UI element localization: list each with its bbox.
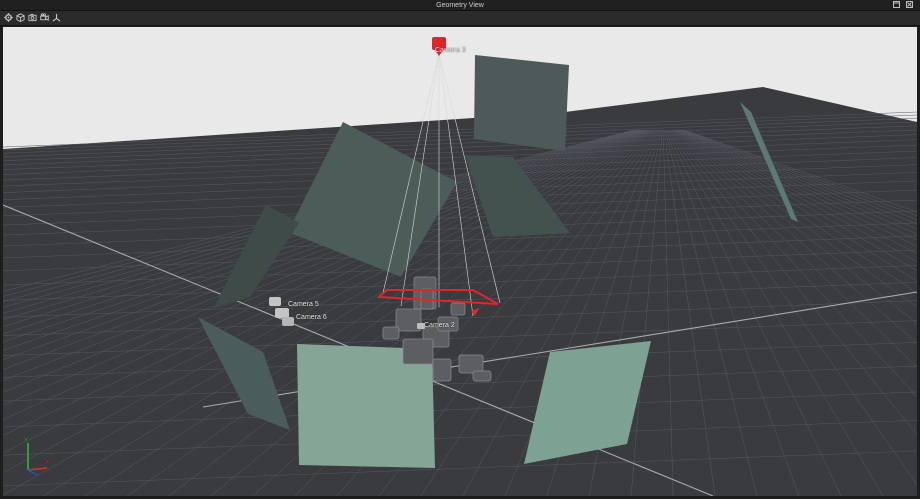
- close-button[interactable]: [905, 1, 914, 10]
- window-title: Geometry View: [436, 2, 484, 9]
- gear-icon: [3, 9, 13, 27]
- cube-icon: [15, 9, 25, 27]
- window-controls: [892, 1, 914, 10]
- maximize-button[interactable]: [892, 1, 901, 10]
- toolbar-tools: [3, 13, 61, 23]
- camera-icon: [27, 9, 37, 27]
- robot-part: [382, 326, 400, 340]
- screenshot-button[interactable]: [27, 13, 37, 23]
- camera-6-icon-body: [282, 317, 294, 326]
- robot-part: [402, 338, 434, 365]
- camera-6-icon[interactable]: [275, 308, 289, 318]
- window-titlebar: Geometry View: [0, 0, 920, 11]
- axis-x-label: X: [45, 460, 50, 466]
- robot-part: [450, 302, 466, 316]
- robot-part: [432, 358, 452, 382]
- robot-part: [472, 370, 492, 382]
- camera-view-button[interactable]: [39, 13, 49, 23]
- screen-panel[interactable]: [474, 55, 569, 151]
- robot-part: [458, 354, 484, 374]
- camera-2-label: Camera 2: [424, 322, 455, 329]
- scene-canvas[interactable]: [3, 27, 917, 496]
- close-icon: [906, 1, 913, 10]
- axes-icon: [52, 9, 61, 27]
- settings-button[interactable]: [3, 13, 13, 23]
- axes-toggle-button[interactable]: [51, 13, 61, 23]
- camera-5-label: Camera 5: [288, 301, 319, 308]
- viewport-toolbar: [0, 11, 920, 26]
- camera-6-label: Camera 6: [296, 314, 327, 321]
- object-view-button[interactable]: [15, 13, 25, 23]
- geometry-viewport[interactable]: Camera 3 Camera 5 Camera 6 Camera 2 Y X: [3, 27, 917, 496]
- camera-5-icon[interactable]: [269, 297, 281, 306]
- ground-plane: [3, 87, 917, 496]
- camera-3-label: Camera 3: [435, 47, 466, 54]
- video-camera-icon: [39, 9, 49, 27]
- axis-y-label: Y: [24, 438, 29, 444]
- maximize-icon: [893, 1, 900, 10]
